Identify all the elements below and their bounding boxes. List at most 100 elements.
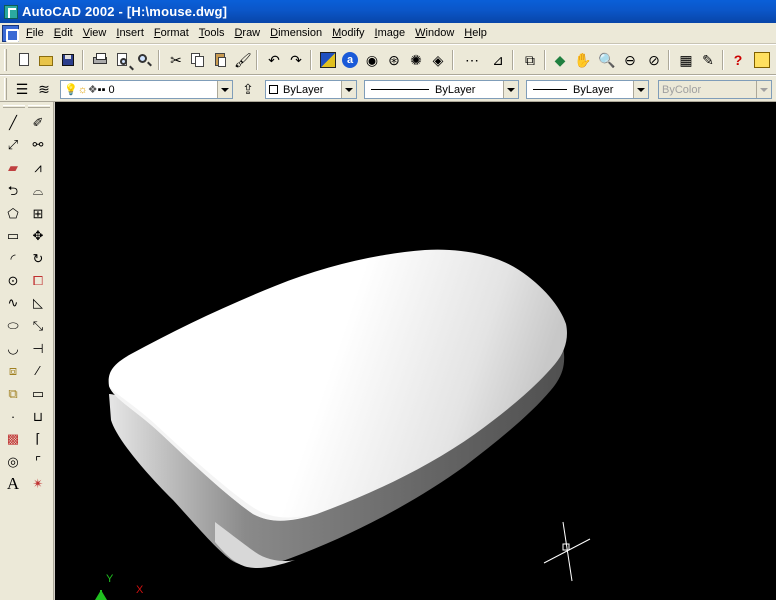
insert-block-icon[interactable]: ⧈: [2, 360, 24, 382]
chevron-down-icon[interactable]: [217, 81, 232, 98]
color-value: ByLayer: [283, 83, 324, 96]
explode-icon[interactable]: ✴: [27, 473, 49, 495]
menu-dimension[interactable]: Dimension: [265, 24, 327, 43]
rectangle-icon[interactable]: ▭: [2, 225, 24, 247]
menu-file[interactable]: File: [21, 24, 49, 43]
multiline-text-icon[interactable]: A: [2, 473, 24, 495]
3d-orbit-icon[interactable]: ◆: [550, 50, 570, 70]
menu-draw[interactable]: Draw: [229, 24, 265, 43]
crosshair-cursor: [543, 521, 591, 582]
toolbar-grip[interactable]: [4, 49, 7, 71]
hatch-icon[interactable]: ▩: [2, 428, 24, 450]
print-preview-icon[interactable]: [112, 50, 132, 70]
pentagon-icon[interactable]: ⬠: [2, 203, 24, 225]
modify-toolbar-grip[interactable]: [28, 105, 50, 108]
tray-icon[interactable]: [752, 50, 772, 70]
menu-format[interactable]: Format: [149, 24, 194, 43]
scale-icon[interactable]: ⧠: [27, 270, 49, 292]
stretch-icon[interactable]: ◺: [27, 292, 49, 314]
layer-dropdown[interactable]: 💡☼❖▪▪ 0: [60, 80, 233, 99]
join-icon[interactable]: ⊔: [27, 406, 49, 428]
help-icon[interactable]: ?: [728, 50, 748, 70]
drawing-area[interactable]: Y X: [55, 102, 776, 600]
named-views-icon[interactable]: ⧉: [520, 50, 540, 70]
snap-icon[interactable]: ⋯: [462, 50, 482, 70]
ucs-icon[interactable]: ⊿: [488, 50, 508, 70]
draw-toolbar-grip[interactable]: [3, 105, 25, 108]
polyline-icon[interactable]: ▰: [2, 157, 24, 179]
zoom-realtime-icon[interactable]: 🔍: [596, 50, 616, 70]
ellipse-arc-icon[interactable]: ◡: [2, 338, 24, 360]
print-icon[interactable]: [90, 50, 110, 70]
cut-icon[interactable]: ✂: [166, 50, 186, 70]
redo-icon[interactable]: ↷: [286, 50, 306, 70]
open-icon[interactable]: [36, 50, 56, 70]
tool-palette-icon[interactable]: ✎: [698, 50, 718, 70]
zoom-previous-icon[interactable]: ⊘: [644, 50, 664, 70]
chevron-down-icon[interactable]: [341, 81, 356, 98]
lineweight-dropdown[interactable]: ByLayer: [526, 80, 649, 99]
layer-stack-icon[interactable]: ≋: [34, 79, 54, 99]
paste-icon[interactable]: [210, 50, 230, 70]
copy-object-icon[interactable]: ⚯: [27, 134, 49, 156]
zoom-window-icon[interactable]: ⊖: [620, 50, 640, 70]
menu-edit[interactable]: Edit: [49, 24, 78, 43]
trim-icon[interactable]: ⤡: [27, 315, 49, 337]
save-icon[interactable]: [58, 50, 78, 70]
arc-icon[interactable]: ◜: [2, 248, 24, 270]
properties-icon[interactable]: ▦: [676, 50, 696, 70]
make-block-icon[interactable]: ⧉: [2, 383, 24, 405]
color-dropdown[interactable]: ByLayer: [265, 80, 357, 99]
move-icon[interactable]: ✥: [27, 225, 49, 247]
pan-icon[interactable]: ✋: [572, 50, 592, 70]
extend-icon[interactable]: ⊣: [27, 338, 49, 360]
web-icon[interactable]: ⊛: [384, 50, 404, 70]
help-web-icon[interactable]: ✺: [406, 50, 426, 70]
ucs-icon: [95, 590, 107, 600]
menu-modify[interactable]: Modify: [327, 24, 369, 43]
separator: [158, 50, 160, 70]
array-icon[interactable]: ⊞: [27, 203, 49, 225]
region-icon[interactable]: ◎: [2, 451, 24, 473]
linetype-dropdown[interactable]: ByLayer: [364, 80, 519, 99]
layer-manager-icon[interactable]: ☰: [12, 79, 32, 99]
menu-tools[interactable]: Tools: [194, 24, 230, 43]
ellipse-icon[interactable]: ⬭: [2, 315, 24, 337]
menu-help[interactable]: Help: [459, 24, 492, 43]
publish-icon[interactable]: [134, 50, 154, 70]
offset-icon[interactable]: ⌓: [27, 180, 49, 202]
autocad-app-icon[interactable]: [4, 4, 18, 19]
plotstyle-dropdown: ByColor: [658, 80, 772, 99]
rotate-icon[interactable]: ↻: [27, 248, 49, 270]
chamfer-icon[interactable]: ⌈: [27, 428, 49, 450]
undo-icon[interactable]: ↶: [264, 50, 284, 70]
construction-line-icon[interactable]: ⤢: [2, 134, 24, 156]
design-center-icon[interactable]: [318, 50, 338, 70]
menu-window[interactable]: Window: [410, 24, 459, 43]
chevron-down-icon[interactable]: [633, 81, 648, 98]
erase-icon[interactable]: ✐: [27, 112, 49, 134]
point-icon[interactable]: ·: [2, 406, 24, 428]
break-at-point-icon[interactable]: ⁄: [27, 360, 49, 382]
today-icon[interactable]: a: [340, 50, 360, 70]
mirror-icon[interactable]: ⩘: [27, 157, 49, 179]
new-icon[interactable]: [14, 50, 34, 70]
copy-icon[interactable]: [188, 50, 208, 70]
menu-image[interactable]: Image: [370, 24, 411, 43]
match-properties-icon[interactable]: 🖌: [232, 50, 252, 70]
polygon-icon[interactable]: ⮌: [2, 180, 24, 202]
fillet-icon[interactable]: ⌜: [27, 451, 49, 473]
document-icon[interactable]: [2, 24, 19, 42]
browse-icon[interactable]: ◈: [428, 50, 448, 70]
side-toolbars: ╱ ⤢ ▰ ⮌ ⬠ ▭ ◜ ⊙ ∿ ⬭ ◡ ⧈ ⧉ · ▩ ◎ A ✐ ⚯ ⩘ …: [0, 102, 54, 600]
make-object-layer-current-icon[interactable]: ⇪: [238, 79, 258, 99]
circle-icon[interactable]: ⊙: [2, 270, 24, 292]
spline-icon[interactable]: ∿: [2, 292, 24, 314]
chevron-down-icon[interactable]: [503, 81, 518, 98]
line-icon[interactable]: ╱: [2, 112, 24, 134]
toolbar-grip[interactable]: [4, 78, 7, 100]
menu-insert[interactable]: Insert: [111, 24, 149, 43]
break-icon[interactable]: ▭: [27, 383, 49, 405]
point-a-icon[interactable]: ◉: [362, 50, 382, 70]
menu-view[interactable]: View: [78, 24, 112, 43]
